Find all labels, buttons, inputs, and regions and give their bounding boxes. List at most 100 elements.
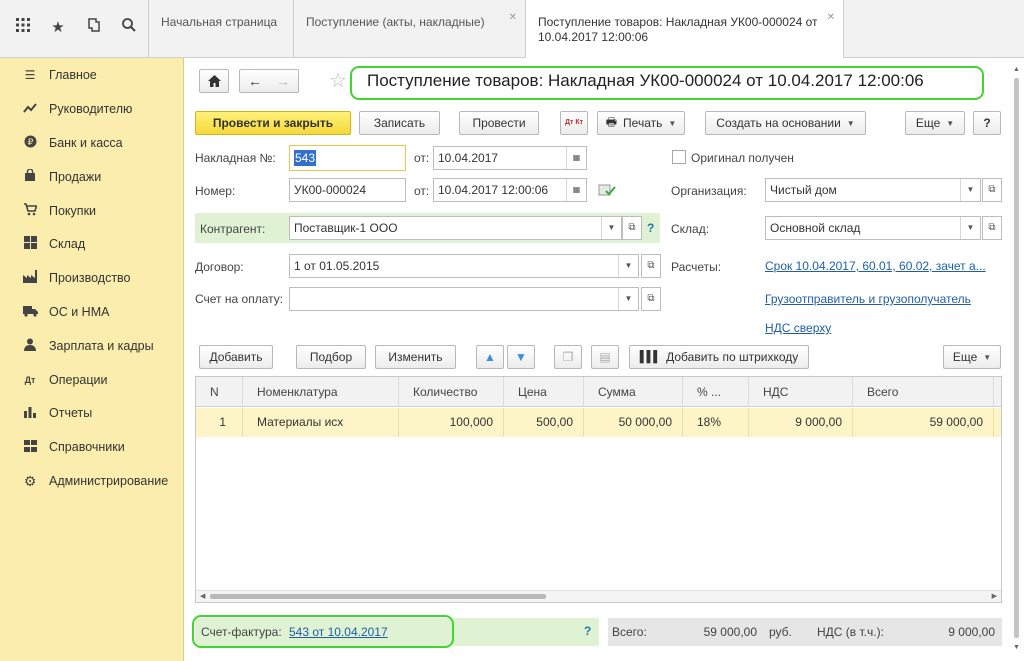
- home-button[interactable]: [199, 69, 229, 93]
- horizontal-scrollbar[interactable]: ◀ ▶: [196, 590, 1001, 602]
- chevron-down-icon[interactable]: ▼: [960, 217, 980, 239]
- sidebar-item-production[interactable]: Производство: [0, 263, 184, 293]
- help-button[interactable]: ?: [973, 111, 1001, 135]
- tab-current-document[interactable]: Поступление товаров: Накладная УК00-0000…: [526, 0, 844, 59]
- sidebar-item-label: Покупки: [49, 204, 97, 218]
- sidebar-item-purchases[interactable]: Покупки: [0, 196, 184, 226]
- column-header-sum[interactable]: Сумма: [584, 377, 683, 407]
- print-button[interactable]: 🖶 Печать ▼: [597, 111, 685, 135]
- vat-total-value: 9 000,00: [948, 625, 995, 639]
- save-button[interactable]: Записать: [359, 111, 440, 135]
- scroll-left-icon[interactable]: ◀: [200, 592, 205, 600]
- column-header-nomenclature[interactable]: Номенклатура: [243, 377, 399, 407]
- scroll-down-icon[interactable]: ▼: [1013, 644, 1020, 651]
- close-icon[interactable]: ✕: [827, 10, 835, 25]
- column-header-vat[interactable]: НДС: [749, 377, 853, 407]
- vertical-scrollbar[interactable]: ▲ ▼: [1012, 66, 1022, 651]
- invoice-highlight: [192, 615, 454, 648]
- sidebar-item-manager[interactable]: Руководителю: [0, 94, 184, 124]
- calendar-icon[interactable]: ▦: [566, 147, 586, 169]
- sidebar-item-main[interactable]: ☰ Главное: [0, 60, 184, 90]
- change-button[interactable]: Изменить: [375, 345, 456, 369]
- payment-invoice-field[interactable]: ▼: [289, 287, 639, 311]
- forward-arrow-icon[interactable]: →: [276, 73, 290, 89]
- shipper-consignee-link[interactable]: Грузоотправитель и грузополучатель: [765, 292, 971, 306]
- cell-total: 59 000,00: [853, 408, 994, 437]
- history-icon[interactable]: [83, 17, 105, 39]
- chevron-down-icon[interactable]: ▼: [618, 288, 638, 310]
- scroll-up-icon[interactable]: ▲: [1013, 66, 1020, 73]
- close-icon[interactable]: ✕: [509, 10, 517, 25]
- print-label: Печать: [623, 116, 663, 130]
- counterparty-help[interactable]: ?: [647, 221, 654, 235]
- tab-receipts-list[interactable]: Поступление (акты, накладные) ✕: [294, 0, 526, 58]
- favorites-star-icon[interactable]: ★: [47, 17, 69, 39]
- invoice-number-field[interactable]: 543: [289, 145, 406, 171]
- favorite-star-icon[interactable]: ☆: [329, 68, 347, 93]
- factory-icon: [20, 270, 40, 286]
- invoice-date-field[interactable]: 10.04.2017 ▦: [433, 146, 587, 170]
- organization-field[interactable]: Чистый дом ▼: [765, 178, 981, 202]
- move-up-button[interactable]: ▲: [476, 345, 504, 369]
- contract-field[interactable]: 1 от 01.05.2015 ▼: [289, 254, 639, 278]
- paste-row-button[interactable]: ▤: [591, 345, 619, 369]
- open-organization-button[interactable]: ⧉: [982, 178, 1002, 202]
- search-icon[interactable]: [118, 17, 140, 39]
- sidebar-item-bank[interactable]: ₽ Банк и касса: [0, 128, 184, 158]
- chevron-down-icon[interactable]: ▼: [601, 217, 621, 239]
- sidebar-item-payroll[interactable]: Зарплата и кадры: [0, 331, 184, 361]
- column-header-vat-rate[interactable]: % ...: [683, 377, 749, 407]
- column-header-n[interactable]: N: [196, 377, 243, 407]
- sidebar-item-label: Склад: [49, 237, 86, 251]
- open-payment-invoice-button[interactable]: ⧉: [641, 287, 661, 311]
- open-contract-button[interactable]: ⧉: [641, 254, 661, 278]
- vat-invoice-help[interactable]: ?: [584, 624, 591, 638]
- settlements-link[interactable]: Срок 10.04.2017, 60.01, 60.02, зачет а..…: [765, 259, 986, 273]
- copy-row-button[interactable]: ❐: [554, 345, 582, 369]
- scrollbar-thumb[interactable]: [1014, 78, 1019, 638]
- sidebar-item-warehouse[interactable]: Склад: [0, 229, 184, 259]
- sidebar-item-operations[interactable]: Дт Операции: [0, 365, 184, 395]
- ruble-coin-icon: ₽: [20, 135, 40, 151]
- table-more-button[interactable]: Еще ▼: [943, 345, 1001, 369]
- apps-grid-icon[interactable]: [12, 17, 34, 39]
- post-button[interactable]: Провести: [459, 111, 539, 135]
- add-by-barcode-button[interactable]: ▌▌▌ Добавить по штрихкоду: [629, 345, 809, 369]
- column-header-quantity[interactable]: Количество: [399, 377, 504, 407]
- column-header-filler: [994, 377, 1001, 407]
- column-header-total[interactable]: Всего: [853, 377, 994, 407]
- chevron-down-icon[interactable]: ▼: [960, 179, 980, 201]
- column-header-price[interactable]: Цена: [504, 377, 584, 407]
- post-and-close-button[interactable]: Провести и закрыть: [195, 111, 351, 135]
- add-row-button[interactable]: Добавить: [199, 345, 273, 369]
- original-received-checkbox[interactable]: [672, 150, 686, 164]
- chevron-down-icon[interactable]: ▼: [618, 255, 638, 277]
- sidebar-item-admin[interactable]: ⚙ Администрирование: [0, 466, 184, 496]
- warehouse-field[interactable]: Основной склад ▼: [765, 216, 981, 240]
- debit-credit-button[interactable]: Дт Кт: [560, 111, 588, 135]
- tab-label: Поступление (акты, накладные): [306, 15, 485, 29]
- more-button[interactable]: Еще ▼: [905, 111, 965, 135]
- scroll-right-icon[interactable]: ▶: [992, 592, 997, 600]
- number-field[interactable]: УК00-000024: [289, 178, 406, 202]
- move-down-button[interactable]: ▼: [507, 345, 535, 369]
- scrollbar-thumb[interactable]: [210, 594, 546, 599]
- sidebar-item-sales[interactable]: Продажи: [0, 162, 184, 192]
- sidebar-item-references[interactable]: Справочники: [0, 432, 184, 462]
- create-based-on-button[interactable]: Создать на основании ▼: [705, 111, 866, 135]
- sidebar-item-reports[interactable]: Отчеты: [0, 398, 184, 428]
- open-warehouse-button[interactable]: ⧉: [982, 216, 1002, 240]
- selection-button[interactable]: Подбор: [296, 345, 366, 369]
- number-date-field[interactable]: 10.04.2017 12:00:06 ▦: [433, 178, 587, 202]
- counterparty-field[interactable]: Поставщик-1 ООО ▼: [289, 216, 622, 240]
- table-row[interactable]: 1 Материалы исх 100,000 500,00 50 000,00…: [196, 408, 1001, 437]
- vat-on-top-link[interactable]: НДС сверху: [765, 321, 831, 335]
- sidebar-item-label: Администрирование: [49, 474, 169, 488]
- back-arrow-icon[interactable]: ←: [248, 73, 262, 89]
- open-counterparty-button[interactable]: ⧉: [622, 216, 642, 240]
- calendar-icon[interactable]: ▦: [566, 179, 586, 201]
- sidebar-item-assets[interactable]: ОС и НМА: [0, 297, 184, 327]
- tab-home[interactable]: Начальная страница: [149, 0, 294, 58]
- cell-vat-rate: 18%: [683, 408, 749, 437]
- total-value: 59 000,00: [703, 625, 757, 639]
